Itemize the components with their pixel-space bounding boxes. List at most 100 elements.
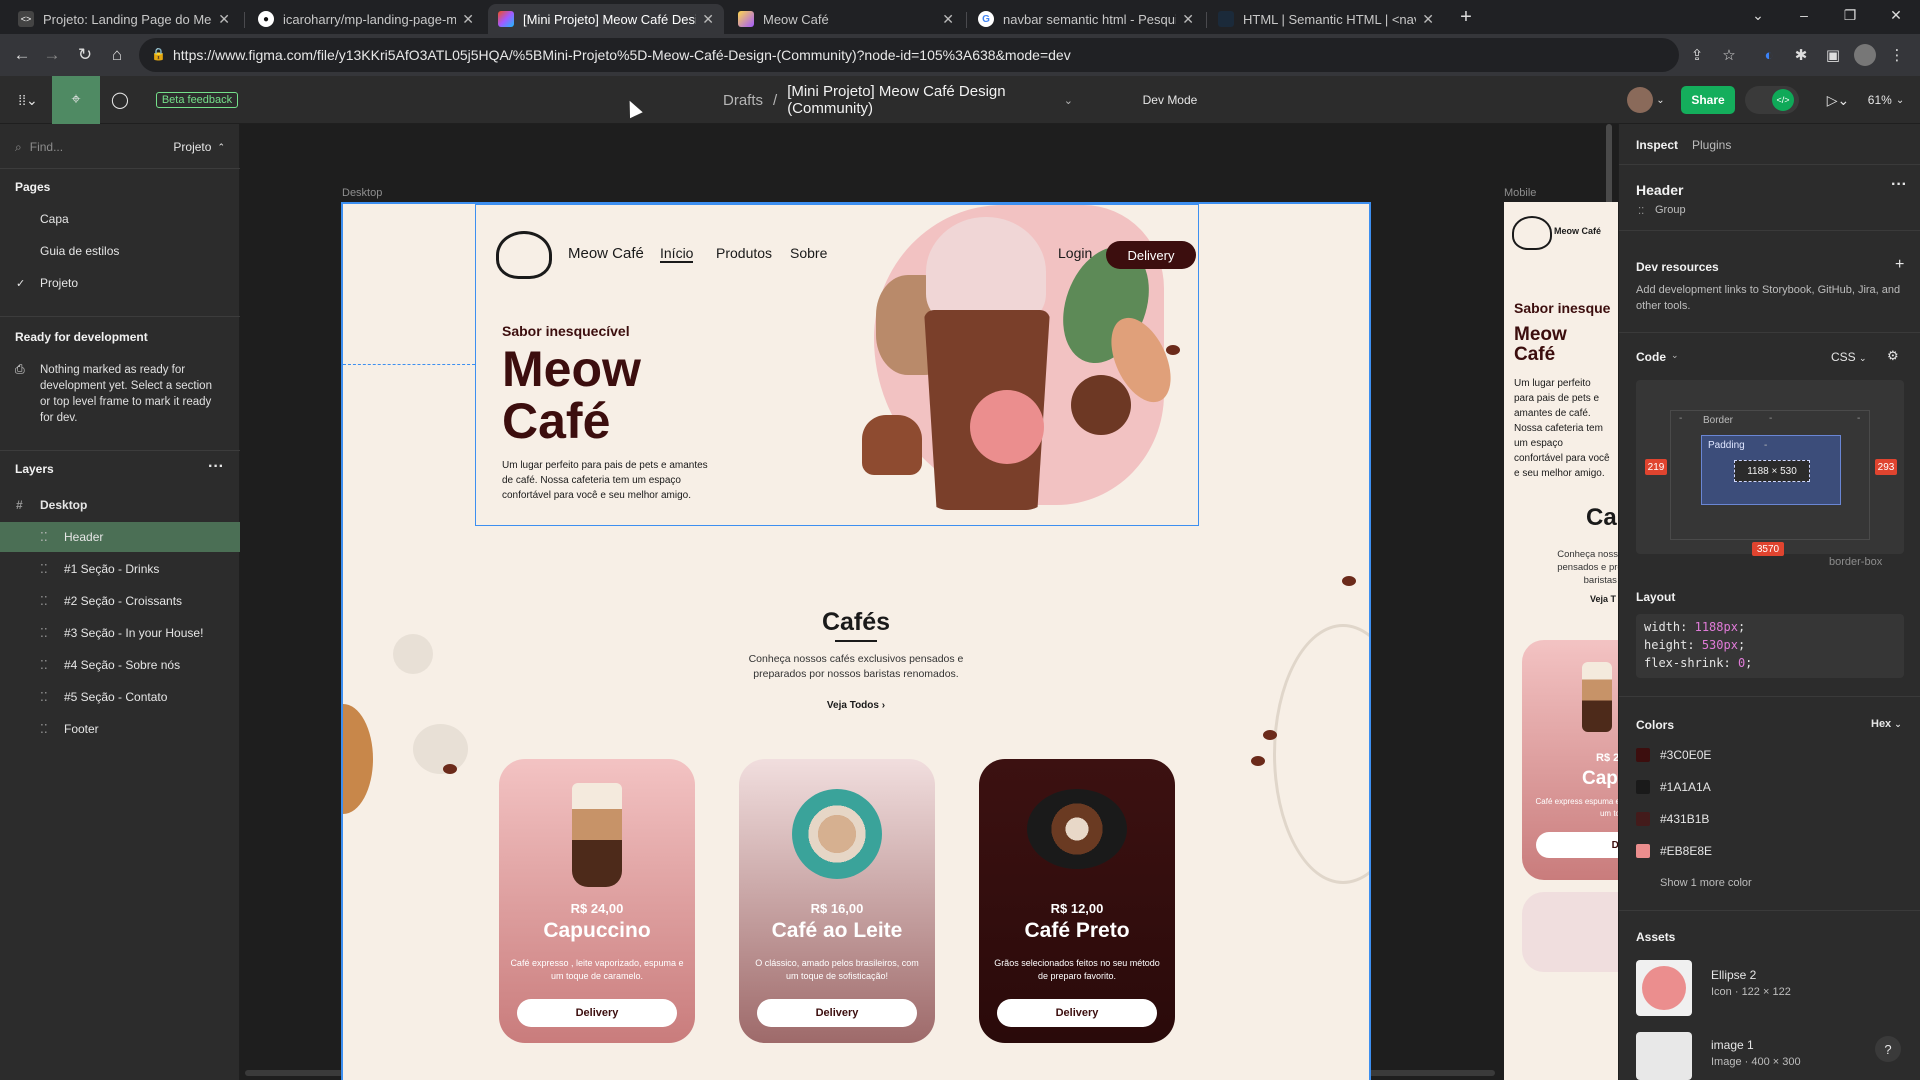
page-selector[interactable]: Projeto — [173, 140, 211, 154]
browser-tab[interactable]: <> Projeto: Landing Page do Meow ✕ — [8, 4, 240, 34]
mobile-card-name: Capu — [1582, 768, 1618, 789]
asset-thumbnail-image[interactable] — [1636, 1032, 1692, 1080]
tab-close-icon[interactable]: ✕ — [1422, 11, 1434, 28]
nav-sobre[interactable]: Sobre — [790, 245, 827, 261]
group-icon: ⁚⁚ — [40, 594, 48, 608]
nav-login[interactable]: Login — [1058, 245, 1092, 261]
tab-plugins[interactable]: Plugins — [1692, 138, 1731, 152]
layer-secao-contato[interactable]: ⁚⁚ #5 Seção - Contato — [0, 682, 240, 712]
layer-secao-croissants[interactable]: ⁚⁚ #2 Seção - Croissants — [0, 586, 240, 616]
page-item-guia[interactable]: Guia de estilos — [0, 236, 240, 266]
color-row[interactable]: #3C0E0E — [1636, 748, 1711, 762]
layer-footer[interactable]: ⁚⁚ Footer — [0, 714, 240, 744]
file-title[interactable]: [Mini Projeto] Meow Café Design (Communi… — [787, 83, 1052, 117]
see-all-link[interactable]: Veja Todos › — [343, 700, 1369, 711]
restore-icon[interactable]: ❐ — [1828, 0, 1872, 30]
collaborator-avatar[interactable]: ⌄ — [1625, 76, 1667, 124]
breadcrumb-drafts[interactable]: Drafts — [723, 92, 763, 109]
color-row[interactable]: #1A1A1A — [1636, 780, 1711, 794]
colors-format-select[interactable]: Hex ⌄ — [1871, 718, 1902, 730]
browser-tab-active[interactable]: [Mini Projeto] Meow Café Design ✕ — [488, 4, 724, 34]
share-page-icon[interactable]: ⇪ — [1686, 44, 1708, 66]
new-tab-plus-icon[interactable]: + — [1444, 2, 1488, 32]
desktop-frame-label[interactable]: Desktop — [342, 187, 382, 199]
forward-arrow-icon[interactable]: → — [40, 43, 64, 67]
layer-header-selected[interactable]: ⁚⁚ Header — [0, 522, 240, 552]
code-language-select[interactable]: CSS ⌄ — [1831, 350, 1867, 364]
brand-name[interactable]: Meow Café — [568, 245, 644, 262]
browser-tab[interactable]: ● icaroharry/mp-landing-page-m ✕ — [248, 4, 484, 34]
tab-inspect[interactable]: Inspect — [1636, 138, 1678, 152]
close-window-icon[interactable]: ✕ — [1874, 0, 1918, 30]
code-end: ; — [1737, 638, 1746, 652]
nav-produtos[interactable]: Produtos — [716, 245, 772, 261]
mobile-frame[interactable]: Meow Café Sabor inesque Meow Café Um lug… — [1504, 202, 1618, 1080]
show-more-colors-link[interactable]: Show 1 more color — [1660, 877, 1752, 889]
url-input[interactable]: 🔒 https://www.figma.com/file/y13KKri5AfO… — [139, 38, 1679, 72]
comment-icon[interactable]: ◯ — [106, 76, 134, 124]
layer-desktop[interactable]: # Desktop — [0, 490, 240, 520]
layer-secao-drinks[interactable]: ⁚⁚ #1 Seção - Drinks — [0, 554, 240, 584]
tab-close-icon[interactable]: ✕ — [1182, 11, 1194, 28]
zoom-control[interactable]: 61% ⌄ — [1864, 76, 1908, 124]
back-arrow-icon[interactable]: ← — [10, 43, 34, 67]
tab-close-icon[interactable]: ✕ — [702, 11, 714, 28]
color-row[interactable]: #431B1B — [1636, 812, 1709, 826]
layout-code-block[interactable]: width: 1188px; height: 530px; flex-shrin… — [1636, 614, 1904, 678]
kebab-menu-icon[interactable]: ⋮ — [1886, 44, 1908, 66]
present-play-icon[interactable]: ▷⌄ — [1822, 76, 1854, 124]
card-delivery-button[interactable]: Delivery — [997, 999, 1157, 1027]
layer-secao-house[interactable]: ⁚⁚ #3 Seção - In your House! — [0, 618, 240, 648]
mobile-frame-label[interactable]: Mobile — [1504, 187, 1536, 199]
figma-main-menu-icon[interactable]: ⁞⁞⌄ — [8, 76, 48, 124]
beta-feedback-button[interactable]: Beta feedback — [148, 76, 246, 124]
sidepanel-icon[interactable]: ▣ — [1822, 44, 1844, 66]
tab-search-chevron-icon[interactable]: ⌄ — [1736, 0, 1780, 30]
more-options-icon[interactable]: ··· — [1891, 176, 1907, 194]
tab-close-icon[interactable]: ✕ — [218, 11, 230, 28]
layer-secao-sobre[interactable]: ⁚⁚ #4 Seção - Sobre nós — [0, 650, 240, 680]
reload-icon[interactable]: ↻ — [73, 43, 97, 67]
section-description: Conheça nossos cafés exclusivos pensados… — [748, 653, 964, 680]
add-plus-icon[interactable]: + — [1895, 256, 1904, 274]
card-delivery-button[interactable]: Delivery — [517, 999, 677, 1027]
bookmark-star-icon[interactable]: ☆ — [1718, 44, 1740, 66]
find-search[interactable]: ⌕ Find... Projeto ⌃ — [15, 136, 225, 158]
page-item-projeto[interactable]: ✓ Projeto — [0, 268, 240, 298]
dev-mode-toggle[interactable]: </> — [1745, 86, 1799, 114]
browser-tab[interactable]: HTML | Semantic HTML | <nav> ✕ — [1208, 4, 1444, 34]
nav-inicio[interactable]: Início — [660, 245, 694, 263]
profile-avatar[interactable] — [1854, 44, 1876, 66]
share-button[interactable]: Share — [1681, 86, 1735, 114]
tab-close-icon[interactable]: ✕ — [942, 11, 954, 28]
browser-tab[interactable]: Meow Café ✕ — [728, 4, 964, 34]
header-group[interactable]: Meow Café Início Produtos Sobre Login De… — [475, 204, 1199, 526]
address-bar-row: ← → ↻ ⌂ 🔒 https://www.figma.com/file/y13… — [0, 34, 1920, 76]
color-hex: #3C0E0E — [1660, 748, 1712, 762]
product-card-cafe-preto[interactable]: R$ 12,00 Café Preto Grãos selecionados f… — [979, 759, 1175, 1043]
puzzle-icon[interactable]: ✱ — [1790, 44, 1812, 66]
desktop-frame[interactable]: Meow Café Início Produtos Sobre Login De… — [341, 202, 1371, 1080]
minimize-icon[interactable]: – — [1782, 0, 1826, 30]
chevron-down-icon[interactable]: ⌄ — [1064, 94, 1073, 107]
home-icon[interactable]: ⌂ — [105, 43, 129, 67]
page-item-capa[interactable]: Capa — [0, 204, 240, 234]
canvas[interactable]: Desktop Mobile Meow Café Início Produtos… — [240, 124, 1618, 1080]
delivery-button[interactable]: Delivery — [1106, 241, 1196, 269]
product-card-capuccino[interactable]: R$ 24,00 Capuccino Café expresso , leite… — [499, 759, 695, 1043]
extension-icon[interactable]: ◐ — [1758, 44, 1780, 66]
inspect-tool-icon[interactable]: ⌖ — [52, 76, 100, 124]
chevron-up-icon[interactable]: ⌃ — [217, 142, 225, 153]
asset-thumbnail[interactable] — [1636, 960, 1692, 1016]
tab-close-icon[interactable]: ✕ — [462, 11, 474, 28]
product-card-cafe-ao-leite[interactable]: R$ 16,00 Café ao Leite O clássico, amado… — [739, 759, 935, 1043]
card-price: R$ 12,00 — [1050, 901, 1104, 916]
browser-tab[interactable]: G navbar semantic html - Pesquisa ✕ — [968, 4, 1204, 34]
settings-sliders-icon[interactable]: ⚙ — [1887, 348, 1899, 364]
more-options-icon[interactable]: ··· — [208, 458, 224, 476]
color-row[interactable]: #EB8E8E — [1636, 844, 1712, 858]
card-delivery-button[interactable]: Delivery — [757, 999, 917, 1027]
chevron-down-icon[interactable]: ⌄ — [1671, 350, 1679, 361]
margin-bottom-badge: 3570 — [1752, 542, 1784, 556]
help-question-icon[interactable]: ? — [1875, 1036, 1901, 1062]
